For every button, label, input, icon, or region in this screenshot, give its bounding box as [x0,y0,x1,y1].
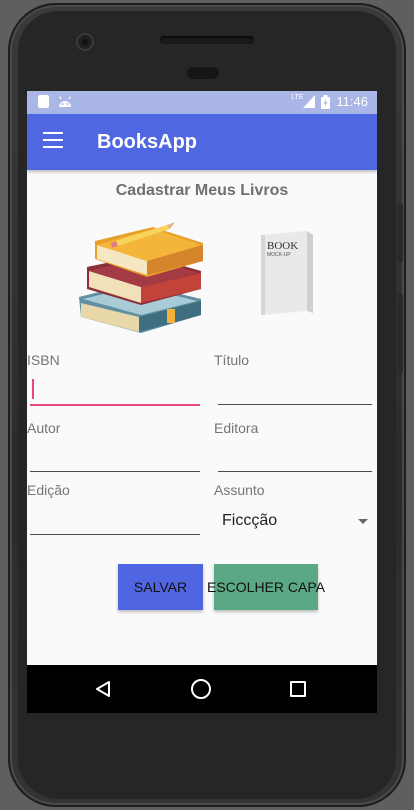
home-icon[interactable] [191,679,211,699]
volume-button [397,293,403,373]
clock: 11:46 [336,94,368,109]
assunto-spinner[interactable]: Ficcção [217,503,375,535]
earpiece-speaker [160,36,254,44]
front-camera [76,33,94,51]
page-title: Cadastrar Meus Livros [115,182,289,199]
edicao-underline [30,534,200,535]
titulo-label: Título [214,352,250,368]
isbn-label: ISBN [27,352,60,368]
autor-input[interactable] [30,438,200,472]
signal-icon [303,95,316,108]
edicao-input[interactable] [30,501,200,535]
svg-text:BOOK: BOOK [267,240,298,252]
editora-label: Editora [214,420,259,436]
text-cursor [32,379,34,399]
isbn-underline [30,404,200,406]
proximity-sensor [187,67,219,79]
book-mockup-image: BOOK MOCK-UP [261,231,313,315]
network-type: LTE [291,94,304,101]
battery-icon [321,94,331,109]
editora-input[interactable] [218,438,372,472]
books-stack-image [79,222,203,333]
menu-icon[interactable] [43,132,63,148]
sd-card-icon [38,95,49,108]
recent-apps-icon[interactable] [290,681,306,697]
app-title: BooksApp [97,131,197,153]
isbn-input[interactable] [30,372,200,406]
autor-underline [30,471,200,472]
titulo-input[interactable] [218,372,372,406]
dropdown-arrow-icon [358,519,368,524]
status-bar: LTE 11:46 [27,91,377,114]
choose-cover-button[interactable]: ESCOLHER CAPA [207,564,325,610]
android-icon [58,96,72,107]
app-bar: BooksApp [27,114,377,170]
navigation-bar [27,665,377,713]
back-icon[interactable] [95,681,111,697]
screen: LTE 11:46 BooksApp Cadastrar Meus Livros [27,91,377,713]
assunto-selected: Ficcção [222,512,278,529]
svg-text:MOCK-UP: MOCK-UP [267,252,291,258]
autor-label: Autor [27,420,61,436]
assunto-label: Assunto [214,482,265,498]
power-button [397,203,403,263]
save-button[interactable]: SALVAR [118,564,203,610]
edicao-label: Edição [27,482,70,498]
editora-underline [218,471,372,472]
titulo-underline [218,404,372,405]
